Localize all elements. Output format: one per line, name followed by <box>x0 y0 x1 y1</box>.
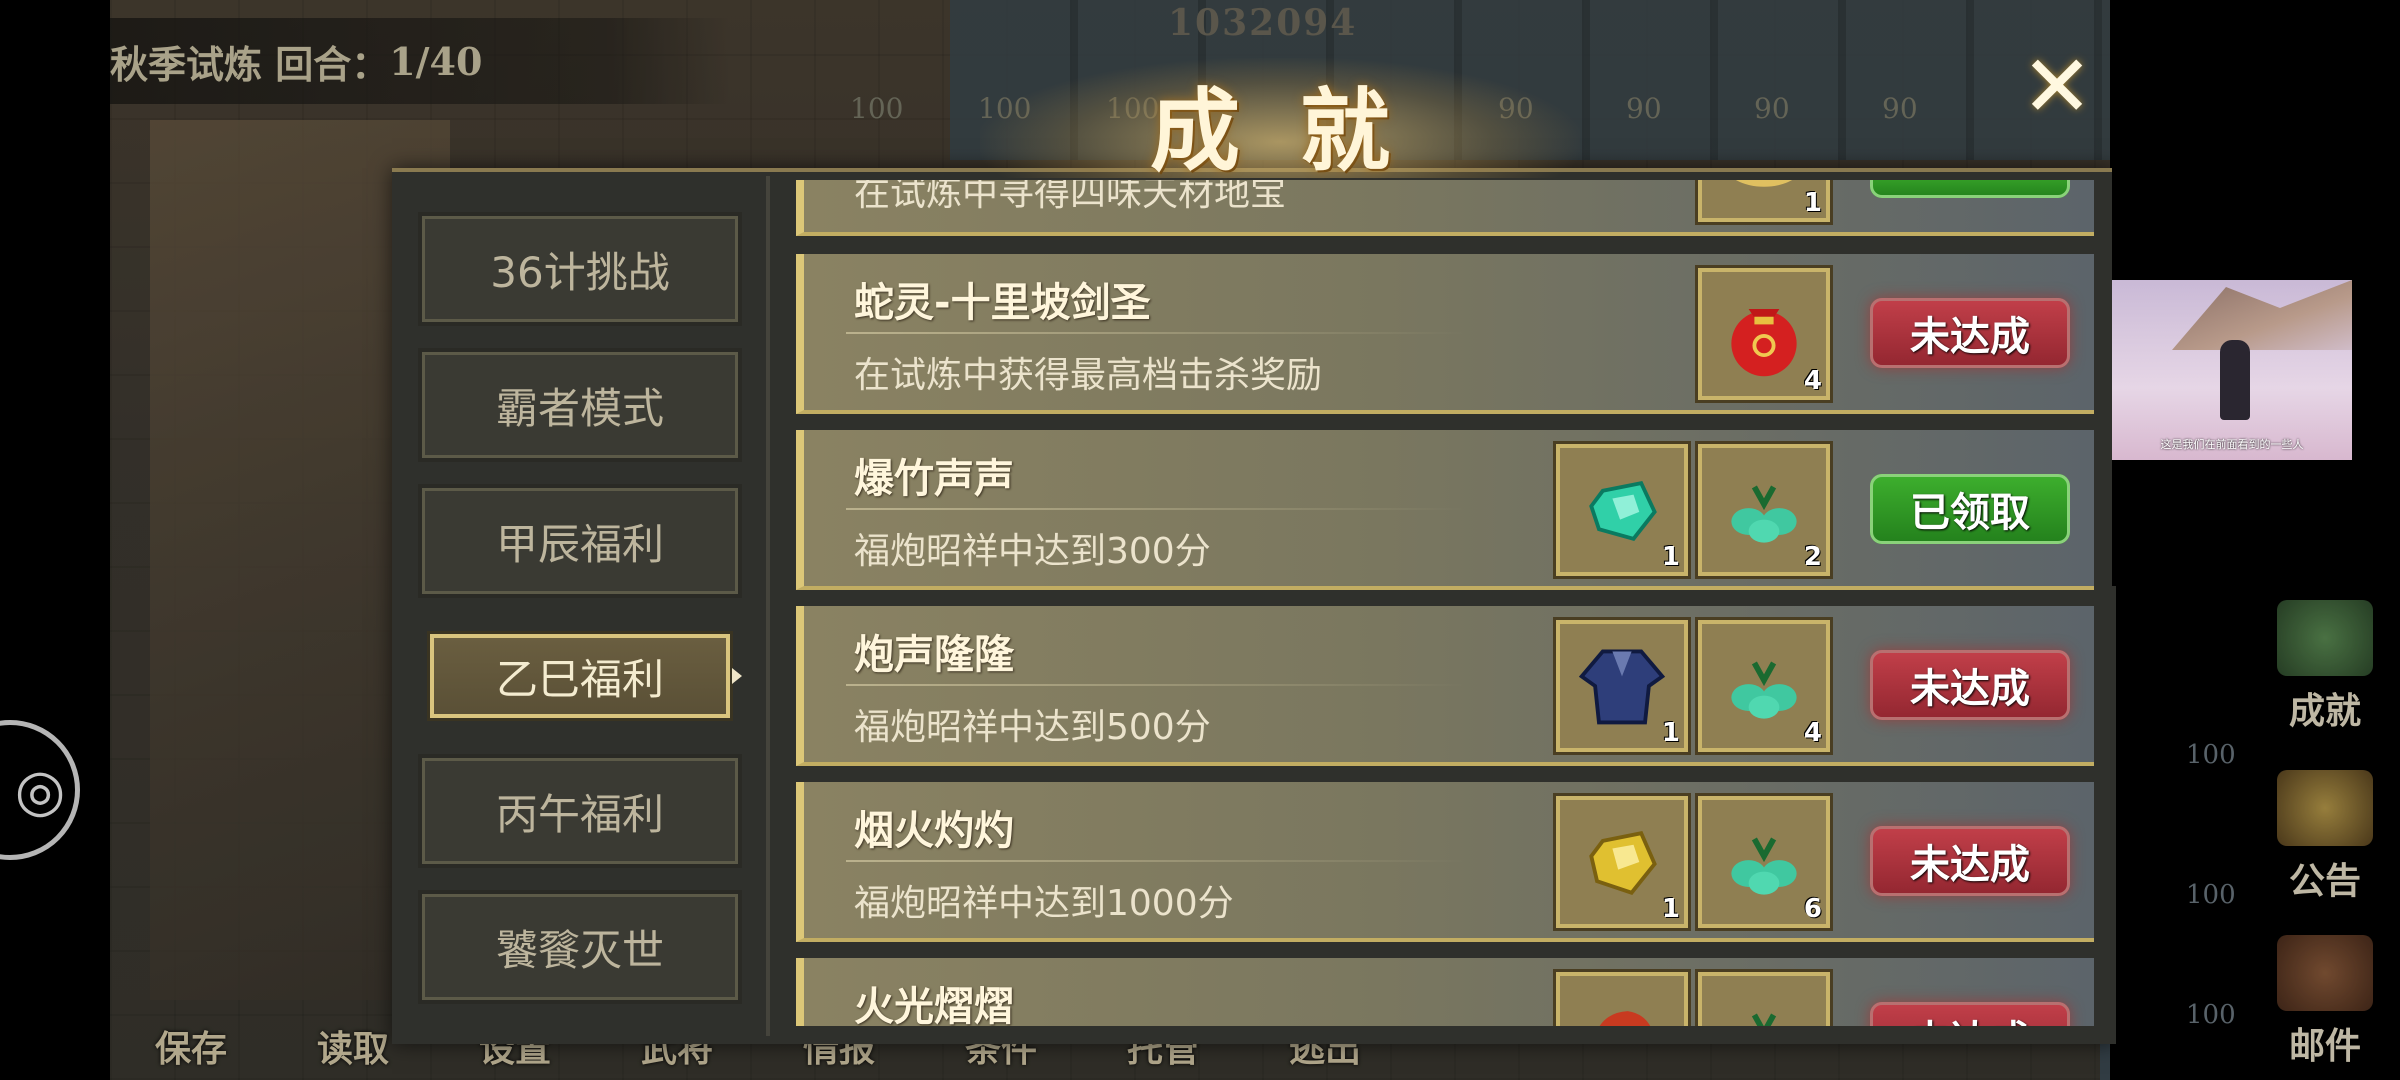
row-divider-line <box>846 508 1466 510</box>
red-helmet-icon <box>1574 990 1670 1026</box>
red-pouch-icon <box>1716 286 1812 382</box>
achievement-desc: 福炮昭祥中达到1000分 <box>854 883 1234 924</box>
status-button[interactable]: 未达成 <box>1870 650 2070 720</box>
video-frame: 这是我们在前面看到的一些人 <box>2112 280 2352 460</box>
status-button[interactable]: 已领取 <box>1870 474 2070 544</box>
jade-gem-icon <box>1574 462 1670 558</box>
achievement-desc: 福炮昭祥中达到500分 <box>854 707 1211 748</box>
reward-qty: 4 <box>1803 718 1822 748</box>
video-caption: 这是我们在前面看到的一些人 <box>2160 438 2304 451</box>
achievement-desc: 在试炼中获得最高档击杀奖励 <box>854 355 1323 396</box>
status-label: 未达成 <box>1910 1008 2030 1026</box>
achievement-row: 爆竹声声 福炮昭祥中达到300分 1 2 已领取 <box>796 430 2094 590</box>
reward-qty: 4 <box>1803 366 1822 396</box>
reward-slot[interactable]: 1 <box>1695 180 1833 225</box>
video-mountain <box>2172 280 2352 350</box>
achievement-row: 烟火灼灼 福炮昭祥中达到1000分 1 6 未达成 <box>796 782 2094 942</box>
jade-knot-icon <box>1716 462 1812 558</box>
reward-slot[interactable]: 1 <box>1553 617 1691 755</box>
reward-slot[interactable]: 4 <box>1695 265 1833 403</box>
achievement-name: 炮声隆隆 <box>854 632 1014 678</box>
achievement-name: 蛇灵-十里坡剑圣 <box>854 280 1151 326</box>
reward-qty: 1 <box>1661 894 1680 924</box>
floating-video-window[interactable]: 这是我们在前面看到的一些人 <box>2112 158 2352 586</box>
panel-title: 成就 <box>1150 78 1450 184</box>
status-label: 未达成 <box>1910 842 2030 888</box>
achievement-desc: 福炮昭祥中达到300分 <box>854 531 1211 572</box>
achievement-desc: 在试炼中寻得四味天材地宝 <box>854 180 1287 214</box>
achievement-name: 火光熠熠 <box>854 984 1014 1026</box>
tab-bingwu-welfare[interactable]: 丙午福利 <box>418 754 742 868</box>
tab-label: 霸者模式 <box>495 383 664 433</box>
reward-slot[interactable]: 2 <box>1695 441 1833 579</box>
jade-knot-icon <box>1716 990 1812 1026</box>
reward-qty: 1 <box>1803 188 1822 218</box>
reward-qty: 1 <box>1661 718 1680 748</box>
reward-slot[interactable] <box>1553 969 1691 1026</box>
tab-label: 丙午福利 <box>495 789 664 839</box>
tab-jiachen-welfare[interactable]: 甲辰福利 <box>418 484 742 598</box>
reward-qty: 1 <box>1661 542 1680 572</box>
tab-label: 饕餮灭世 <box>495 925 664 975</box>
reward-slot[interactable] <box>1695 969 1833 1026</box>
tab-overlord-mode[interactable]: 霸者模式 <box>418 348 742 462</box>
achievement-name: 爆竹声声 <box>854 456 1014 502</box>
row-divider-line <box>846 332 1466 334</box>
achievement-row: 蛇灵-十里坡剑圣 在试炼中获得最高档击杀奖励 4 未达成 <box>796 254 2094 414</box>
reward-slot[interactable]: 4 <box>1695 617 1833 755</box>
status-label: 已领取 <box>1910 490 2030 536</box>
achievement-row: 炮声隆隆 福炮昭祥中达到500分 1 4 未达成 <box>796 606 2094 766</box>
row-divider-line <box>846 684 1466 686</box>
reward-slot[interactable]: 6 <box>1695 793 1833 931</box>
tab-yisi-welfare[interactable]: 乙巳福利 <box>427 631 742 721</box>
achievement-list[interactable]: 在试炼中寻得四味天材地宝 1 蛇灵-十里坡剑圣 在试炼中获得最高档击杀奖励 4 … <box>796 180 2094 1026</box>
close-icon: ✕ <box>2020 37 2094 137</box>
close-button[interactable]: ✕ <box>2020 44 2094 130</box>
treasure-icon <box>1716 180 1812 204</box>
blue-robe-icon <box>1574 638 1670 734</box>
tab-taotie-apocalypse[interactable]: 饕餮灭世 <box>418 890 742 1004</box>
jade-knot-icon <box>1716 814 1812 910</box>
achievement-row: 在试炼中寻得四味天材地宝 1 <box>796 180 2094 236</box>
tab-divider <box>766 176 770 1036</box>
status-button[interactable]: 未达成 <box>1870 826 2070 896</box>
achievement-name: 烟火灼灼 <box>854 808 1014 854</box>
status-label: 未达成 <box>1910 666 2030 712</box>
status-button[interactable]: 未达成 <box>1870 1002 2070 1026</box>
video-skier <box>2220 340 2250 420</box>
reward-slot[interactable]: 1 <box>1553 441 1691 579</box>
status-button[interactable]: 未达成 <box>1870 298 2070 368</box>
achievement-row: 火光熠熠 未达成 <box>796 958 2094 1026</box>
status-button[interactable] <box>1870 180 2070 198</box>
reward-qty: 6 <box>1803 894 1822 924</box>
reward-qty: 2 <box>1803 542 1822 572</box>
gold-gem-icon <box>1574 814 1670 910</box>
status-label: 未达成 <box>1910 314 2030 360</box>
tab-label: 36计挑战 <box>490 247 670 297</box>
tab-36-strategies[interactable]: 36计挑战 <box>418 212 742 326</box>
tab-label: 乙巳福利 <box>495 654 664 704</box>
jade-knot-icon <box>1716 638 1812 734</box>
reward-slot[interactable]: 1 <box>1553 793 1691 931</box>
tab-label: 甲辰福利 <box>495 519 664 569</box>
row-divider-line <box>846 860 1466 862</box>
